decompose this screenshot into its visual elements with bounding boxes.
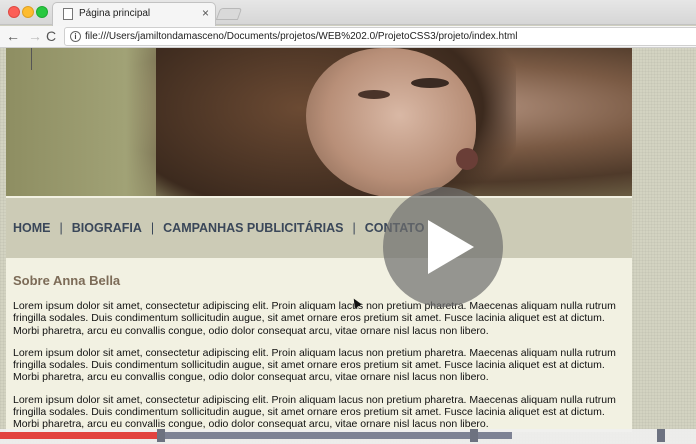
page-icon	[63, 8, 73, 20]
nav-item-home[interactable]: HOME	[13, 221, 51, 235]
nav-item-biografia[interactable]: BIOGRAFIA	[72, 221, 142, 235]
new-tab-button[interactable]	[215, 8, 243, 20]
video-play-button[interactable]	[383, 187, 503, 307]
video-played-bar	[0, 432, 158, 439]
tab-close-icon[interactable]: ×	[202, 6, 209, 20]
progress-chapter-marker	[470, 429, 478, 442]
paragraph: Lorem ipsum dolor sit amet, consectetur …	[13, 346, 616, 384]
nav-separator: |	[150, 221, 155, 235]
url-text[interactable]: file:///Users/jamiltondamasceno/Document…	[85, 31, 517, 42]
main-navigation: HOME | BIOGRAFIA | CAMPANHAS PUBLICITÁRI…	[6, 198, 632, 258]
page-container: HOME | BIOGRAFIA | CAMPANHAS PUBLICITÁRI…	[6, 48, 632, 432]
address-bar[interactable]: i file:///Users/jamiltondamasceno/Docume…	[64, 27, 696, 46]
forward-arrow-icon[interactable]: →	[28, 27, 42, 45]
browser-tab[interactable]: Página principal ×	[52, 2, 216, 26]
nav-item-campanhas[interactable]: CAMPANHAS PUBLICITÁRIAS	[163, 221, 343, 235]
info-icon[interactable]: i	[70, 31, 81, 42]
maximize-window-button[interactable]	[36, 6, 48, 18]
progress-scrubber-handle[interactable]	[157, 429, 165, 442]
paragraph: Lorem ipsum dolor sit amet, consectetur …	[13, 300, 616, 337]
reload-icon[interactable]: C	[46, 27, 56, 45]
close-window-button[interactable]	[8, 6, 20, 18]
nav-separator: |	[352, 221, 356, 235]
play-icon	[428, 220, 474, 274]
nav-separator: |	[59, 221, 63, 235]
hero-ear	[456, 148, 478, 170]
text-cursor	[31, 48, 32, 70]
main-content: Sobre Anna Bella Lorem ipsum dolor sit a…	[13, 273, 627, 432]
hero-eye	[358, 90, 390, 99]
minimize-window-button[interactable]	[22, 6, 34, 18]
browser-toolbar: ← → C i file:///Users/jamiltondamasceno/…	[0, 26, 696, 48]
hero-eye	[411, 78, 449, 88]
nav-list: HOME | BIOGRAFIA | CAMPANHAS PUBLICITÁRI…	[13, 221, 424, 235]
section-title: Sobre Anna Bella	[13, 273, 121, 288]
back-arrow-icon[interactable]: ←	[6, 27, 20, 45]
hero-banner-image	[6, 48, 632, 196]
browser-titlebar: Página principal ×	[0, 0, 696, 26]
tab-title: Página principal	[79, 8, 151, 19]
video-buffered-bar	[158, 432, 512, 439]
paragraph: Lorem ipsum dolor sit amet, consectetur …	[13, 393, 616, 431]
progress-chapter-marker	[657, 429, 665, 442]
